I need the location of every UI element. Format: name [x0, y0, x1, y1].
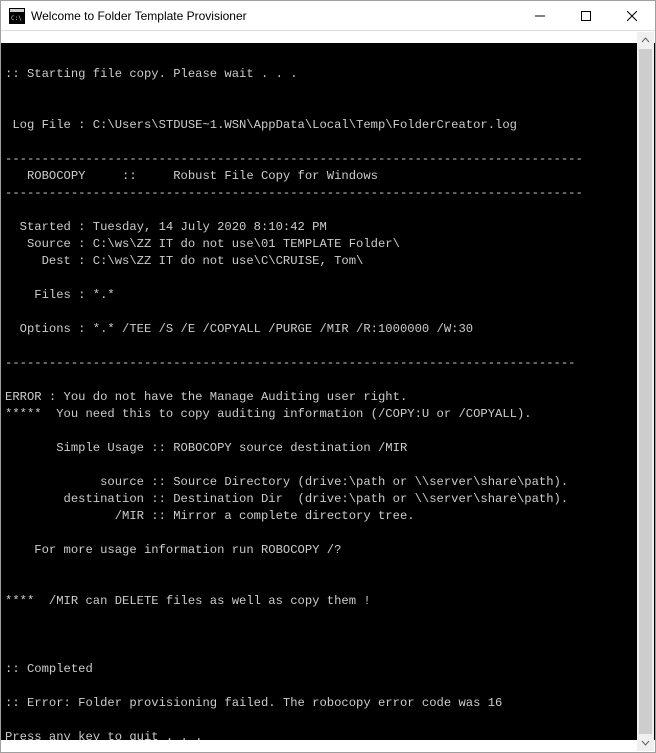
vertical-scrollbar[interactable]: [637, 32, 654, 751]
main-window: C:\ Welcome to Folder Template Provision…: [0, 0, 656, 753]
console-output[interactable]: :: Starting file copy. Please wait . . .…: [1, 43, 655, 740]
close-button[interactable]: [609, 1, 655, 30]
app-icon: C:\: [9, 8, 25, 24]
minimize-button[interactable]: [517, 1, 563, 30]
window-title: Welcome to Folder Template Provisioner: [31, 9, 517, 23]
svg-text:C:\: C:\: [11, 15, 22, 22]
window-controls: [517, 1, 655, 30]
maximize-button[interactable]: [563, 1, 609, 30]
scroll-down-button[interactable]: [637, 734, 654, 751]
titlebar[interactable]: C:\ Welcome to Folder Template Provision…: [1, 1, 655, 31]
scroll-up-button[interactable]: [637, 32, 654, 49]
scroll-thumb[interactable]: [639, 49, 652, 734]
